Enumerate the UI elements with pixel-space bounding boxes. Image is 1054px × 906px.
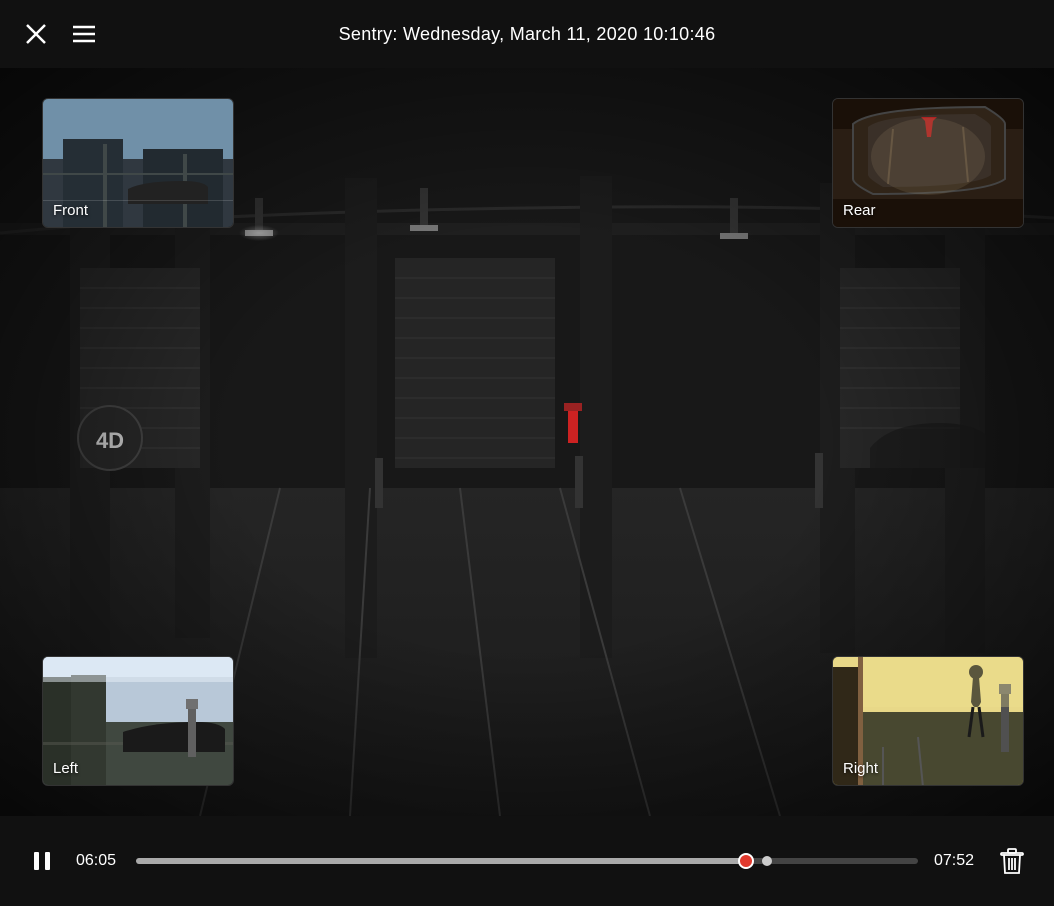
right-label: Right [843,760,878,777]
right-camera-thumbnail[interactable]: Right [832,656,1024,786]
rear-label: Rear [843,202,876,219]
progress-bar[interactable] [136,858,918,864]
delete-button[interactable] [994,843,1030,879]
rear-camera-thumbnail[interactable]: Rear [832,98,1024,228]
left-label: Left [53,760,78,777]
main-video-area: 4D [0,68,1054,816]
controls-bar: 06:05 07:52 [0,816,1054,906]
close-button[interactable] [20,18,52,50]
menu-button[interactable] [68,18,100,50]
total-time: 07:52 [934,852,978,870]
current-time: 06:05 [76,852,120,870]
progress-fill [136,858,746,864]
front-camera-thumbnail[interactable]: Front [42,98,234,228]
left-camera-thumbnail[interactable]: Left [42,656,234,786]
top-bar: Sentry: Wednesday, March 11, 2020 10:10:… [0,0,1054,68]
progress-thumb[interactable] [738,853,754,869]
pause-button[interactable] [24,843,60,879]
progress-secondary-dot [762,856,772,866]
front-label: Front [53,202,88,219]
video-title: Sentry: Wednesday, March 11, 2020 10:10:… [339,24,716,45]
